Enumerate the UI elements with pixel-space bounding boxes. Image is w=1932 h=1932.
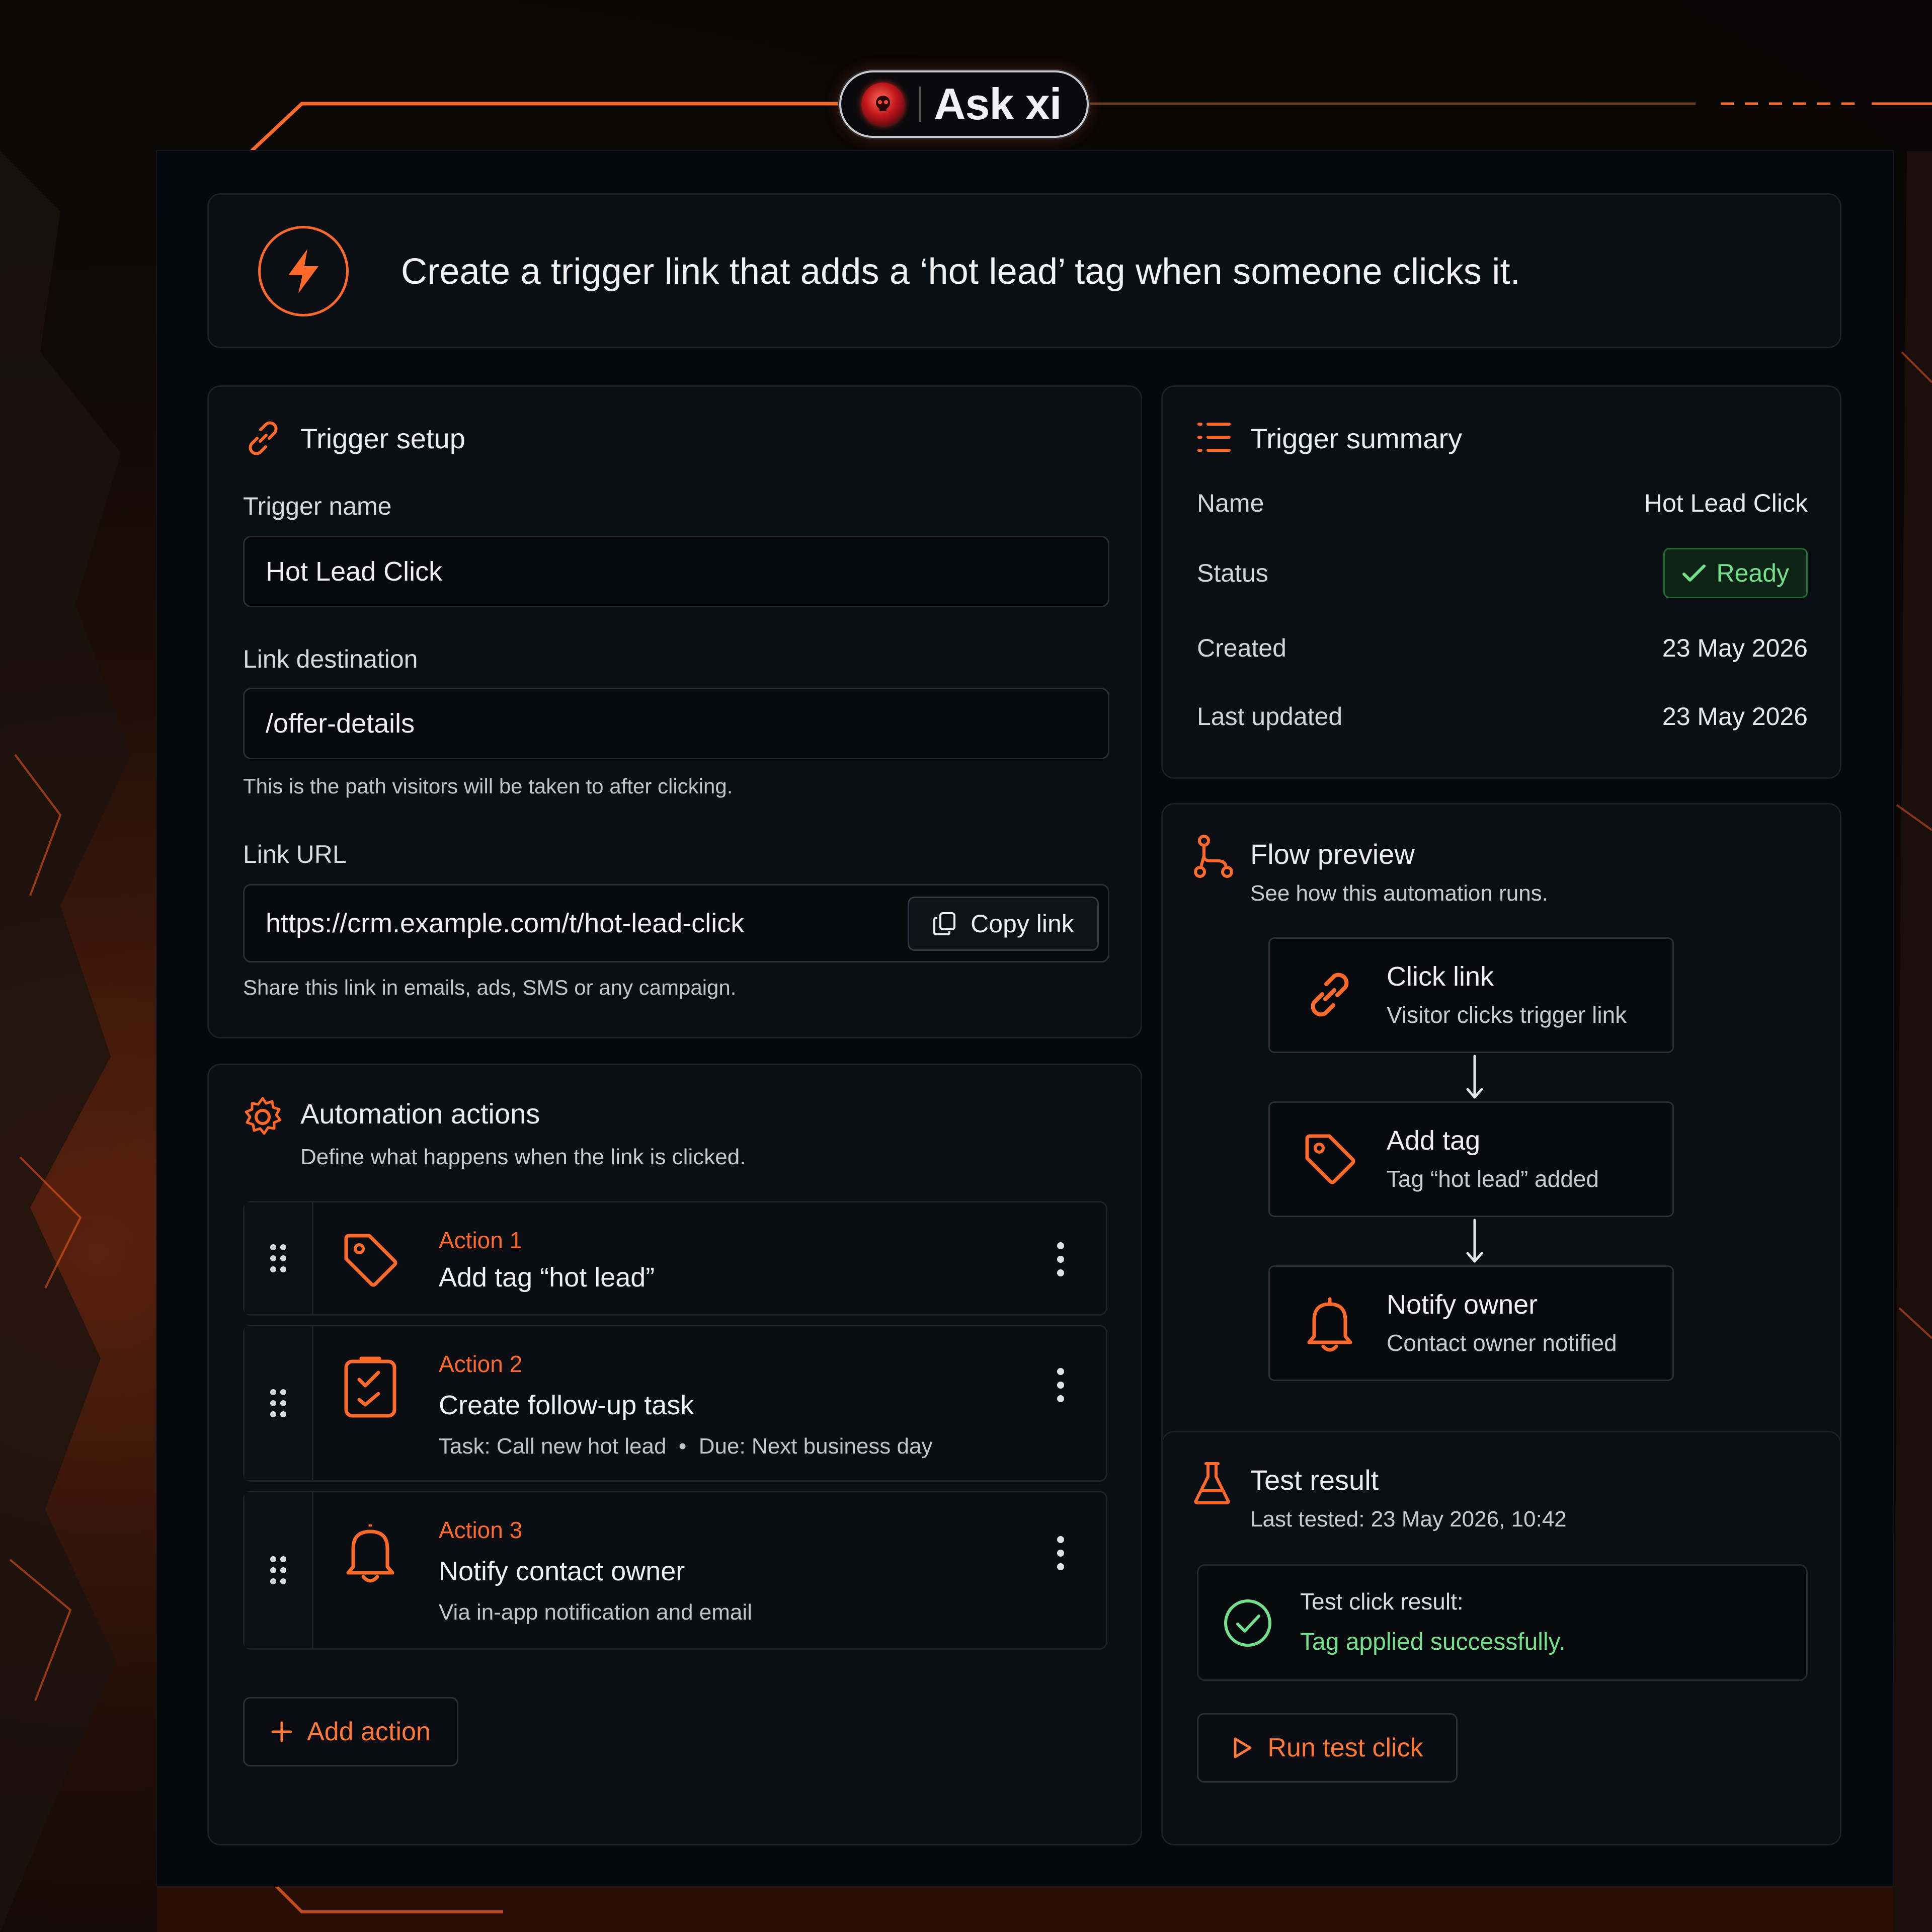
summary-key: Created [1197,634,1286,662]
section-title: Flow preview [1250,838,1415,870]
copy-link-label: Copy link [971,910,1074,938]
action-description: Via in-app notification and email [439,1600,752,1625]
drag-handle-icon[interactable] [245,1202,313,1314]
run-test-label: Run test click [1267,1733,1423,1762]
drag-handle-icon[interactable] [245,1326,313,1480]
link-destination-label: Link destination [243,645,418,673]
run-test-click-button[interactable]: Run test click [1197,1713,1458,1783]
bell-icon [1307,1297,1352,1352]
add-action-button[interactable]: Add action [243,1697,458,1766]
test-result-value: Tag applied successfully. [1300,1629,1566,1655]
test-result-card: Test result Last tested: 23 May 2026, 10… [1161,1431,1841,1845]
summary-row: Last updated 23 May 2026 [1197,702,1808,731]
summary-row: Status Ready [1197,548,1808,598]
prompt-card: Create a trigger link that adds a ‘hot l… [207,193,1841,348]
summary-key: Status [1197,559,1268,587]
status-badge: Ready [1663,548,1808,598]
summary-value: Hot Lead Click [1644,489,1808,517]
flow-step-title: Click link [1387,961,1494,992]
test-result-label: Test click result: [1300,1588,1464,1615]
url-hint: Share this link in emails, ads, SMS or a… [243,976,737,999]
status-label: Ready [1716,559,1789,587]
section-title: Trigger summary [1250,423,1463,454]
section-title: Automation actions [300,1098,540,1130]
more-options-icon[interactable] [1056,1241,1066,1278]
summary-row: Created 23 May 2026 [1197,633,1808,663]
section-title: Trigger setup [300,423,465,454]
drag-handle-icon[interactable] [245,1492,313,1648]
play-icon [1234,1737,1252,1758]
add-action-label: Add action [307,1717,431,1746]
plus-icon [271,1721,292,1742]
summary-row: Name Hot Lead Click [1197,489,1808,518]
test-result-box: Test click result: Tag applied successfu… [1197,1564,1808,1681]
action-kicker: Action 1 [439,1227,523,1253]
arrow-down-icon [1466,1219,1483,1263]
summary-value: 23 May 2026 [1662,702,1808,731]
more-options-icon[interactable] [1056,1366,1066,1404]
last-tested-text: Last tested: 23 May 2026, 10:42 [1250,1507,1567,1532]
check-icon [1682,565,1706,582]
action-kicker: Action 2 [439,1351,523,1377]
flow-step: Notify owner Contact owner notified [1268,1265,1674,1381]
brand-divider [919,87,921,122]
trigger-name-label: Trigger name [243,492,392,520]
section-subtitle: Define what happens when the link is cli… [300,1145,746,1169]
trigger-setup-card: Trigger setup Trigger name Hot Lead Clic… [207,385,1142,1038]
action-title: Create follow-up task [439,1390,694,1420]
trigger-name-input[interactable]: Hot Lead Click [243,536,1109,607]
section-subtitle: See how this automation runs. [1250,881,1548,906]
link-destination-input[interactable]: /offer-details [243,688,1109,759]
flow-step-title: Notify owner [1387,1290,1538,1320]
task-checklist-icon [344,1356,396,1418]
destination-hint: This is the path visitors will be taken … [243,774,733,798]
flow-step: Click link Visitor clicks trigger link [1268,937,1674,1053]
action-item[interactable]: Action 3 Notify contact owner Via in-app… [243,1491,1107,1650]
bell-icon [346,1524,394,1583]
flow-step-subtitle: Contact owner notified [1387,1330,1617,1356]
tag-icon [1305,1134,1355,1184]
trigger-summary-card: Trigger summary Name Hot Lead Click Stat… [1161,385,1841,779]
success-check-icon [1224,1599,1271,1647]
link-icon [249,421,278,455]
main-panel: Create a trigger link that adds a ‘hot l… [157,151,1893,1886]
link-url-label: Link URL [243,840,347,868]
flow-nodes-icon [1194,835,1233,878]
more-options-icon[interactable] [1056,1535,1066,1572]
arrow-down-icon [1466,1055,1483,1099]
automation-actions-card: Automation actions Define what happens w… [207,1064,1142,1845]
flow-step-title: Add tag [1387,1125,1481,1156]
link-icon [1311,973,1349,1017]
action-item[interactable]: Action 1 Add tag “hot lead” [243,1201,1107,1316]
gear-icon [245,1097,282,1135]
action-title: Add tag “hot lead” [439,1262,655,1293]
brand-name: Ask xi [934,79,1062,129]
summary-key: Last updated [1197,702,1343,731]
skull-orb-icon [861,83,905,126]
summary-value: 23 May 2026 [1662,634,1808,662]
copy-link-button[interactable]: Copy link [908,897,1099,951]
tag-icon [344,1234,397,1287]
flask-icon [1194,1462,1230,1504]
section-title: Test result [1250,1464,1379,1496]
prompt-text: Create a trigger link that adds a ‘hot l… [401,252,1520,292]
link-url-value: https://crm.example.com/t/hot-lead-click [266,908,745,938]
link-url-field[interactable]: https://crm.example.com/t/hot-lead-click… [243,884,1109,962]
copy-icon [933,912,956,935]
lightning-bolt-icon [258,226,349,316]
list-icon [1197,423,1231,452]
brand-pill[interactable]: Ask xi [839,70,1089,138]
summary-key: Name [1197,489,1264,517]
flow-step-subtitle: Tag “hot lead” added [1387,1166,1599,1192]
action-description: Task: Call new hot lead • Due: Next busi… [439,1434,933,1459]
flow-step: Add tag Tag “hot lead” added [1268,1101,1674,1217]
action-title: Notify contact owner [439,1556,685,1586]
action-kicker: Action 3 [439,1517,523,1543]
flow-step-subtitle: Visitor clicks trigger link [1387,1002,1627,1028]
action-item[interactable]: Action 2 Create follow-up task Task: Cal… [243,1325,1107,1482]
